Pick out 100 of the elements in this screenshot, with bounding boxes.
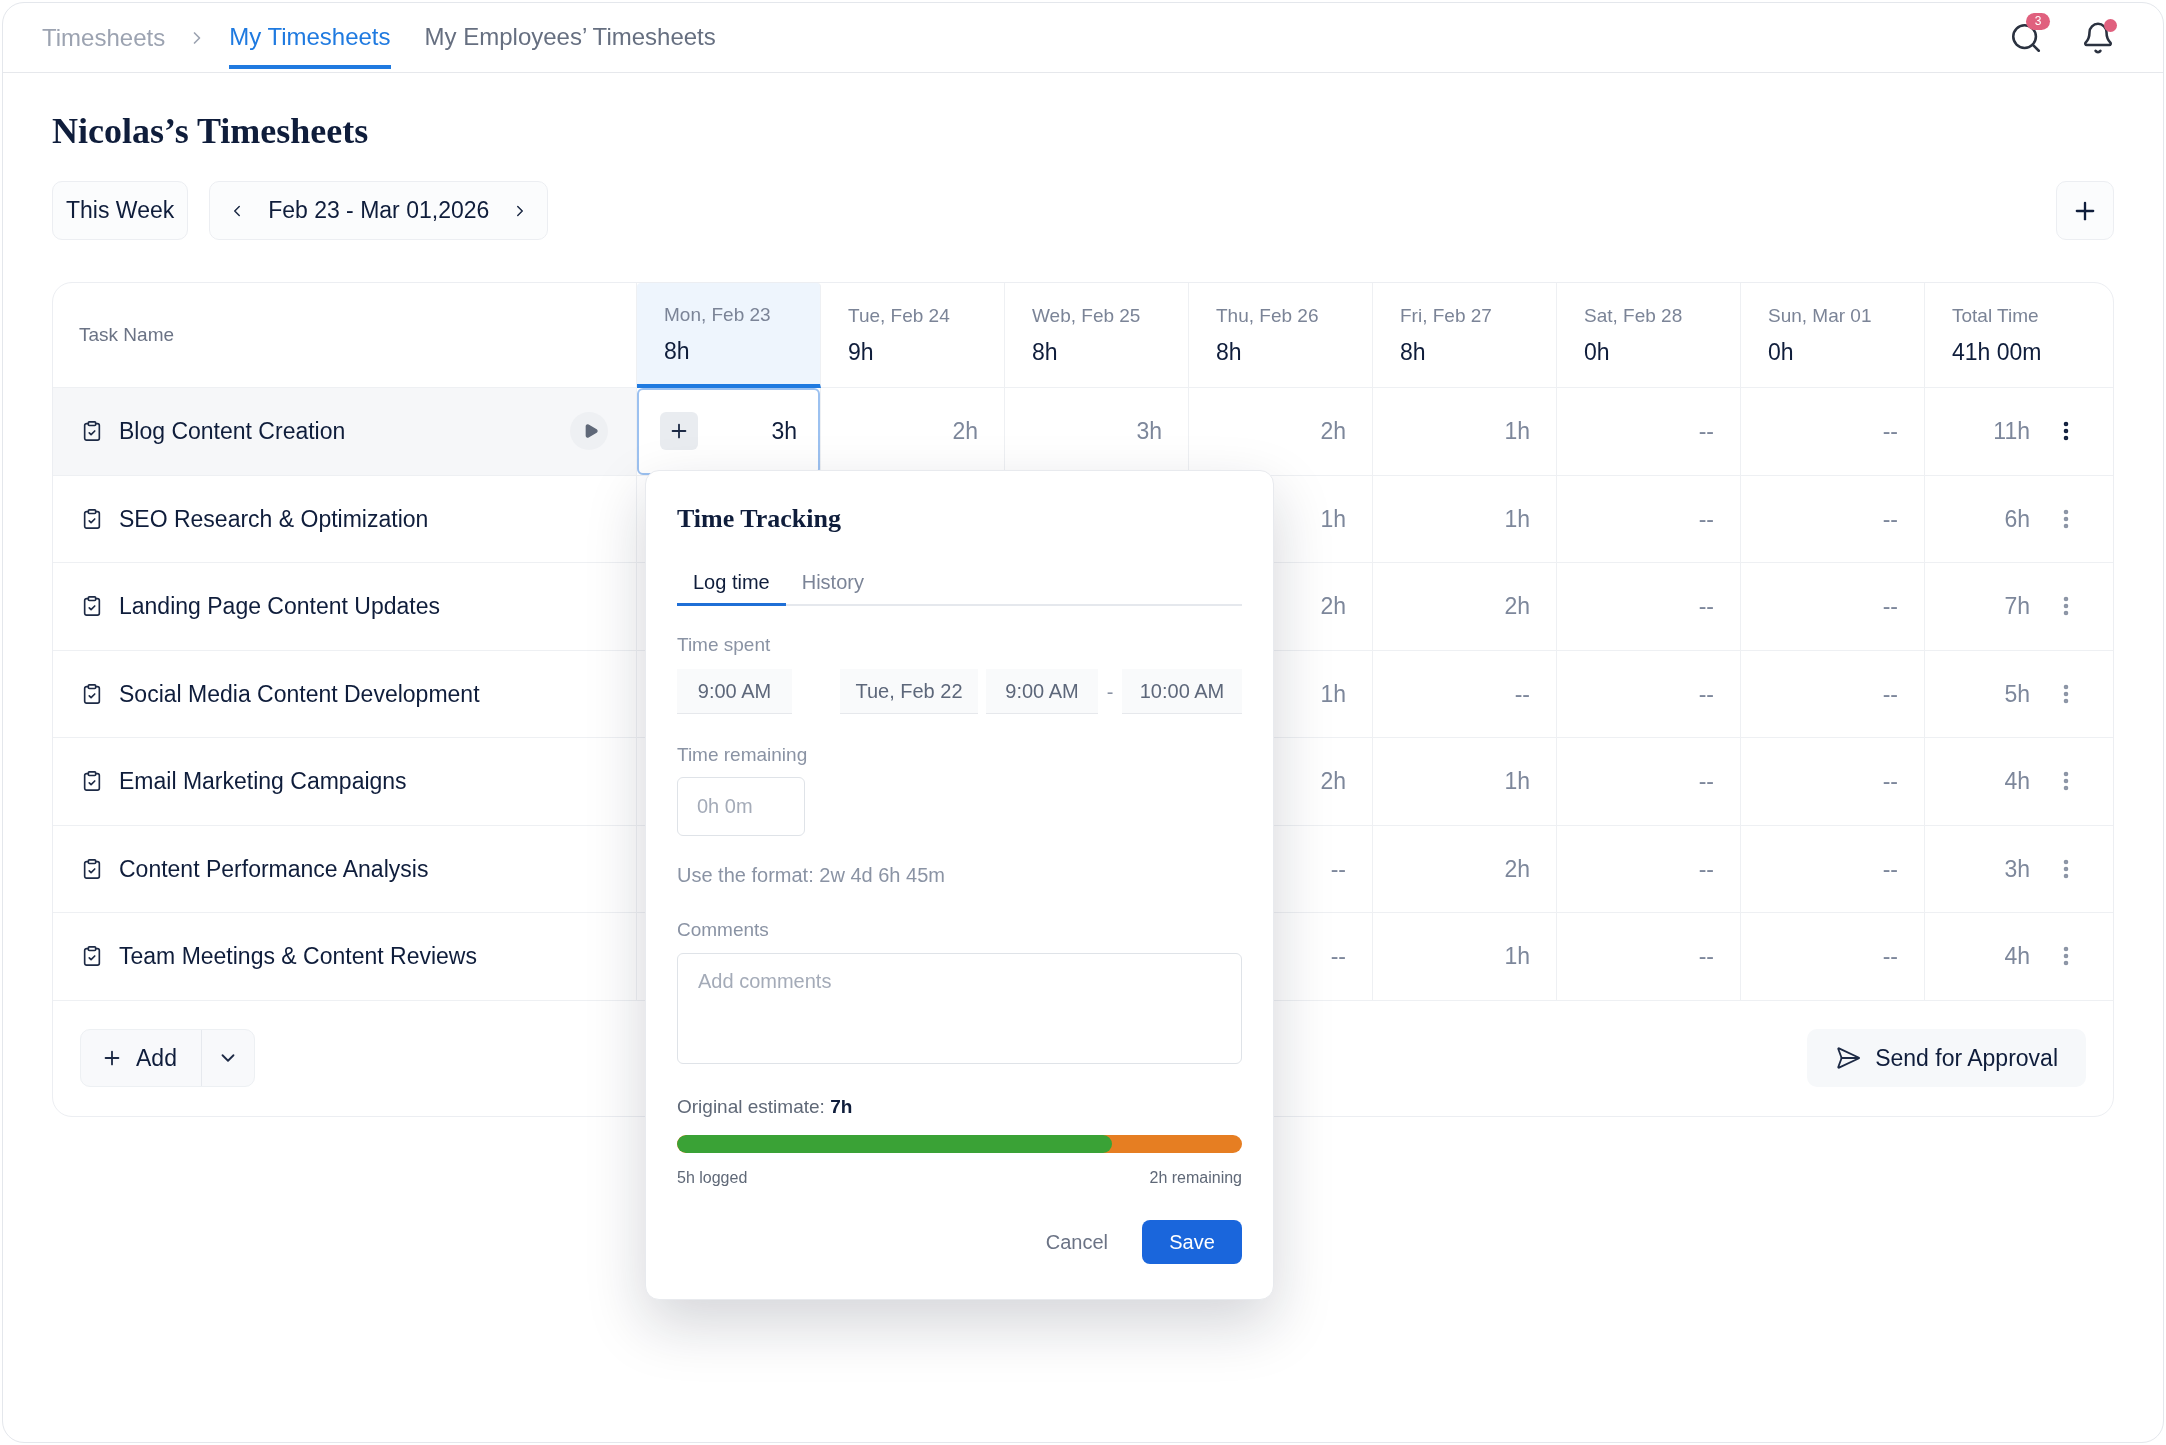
popover-tab[interactable]: Log time [677,560,786,606]
task-name: Email Marketing Campaigns [119,767,407,796]
task-name: Social Media Content Development [119,679,480,709]
page-title: Nicolas’s Timesheets [52,110,369,152]
table-cell[interactable]: 2h [1373,563,1557,651]
task-cell[interactable]: Email Marketing Campaigns [53,738,637,826]
table-cell[interactable]: -- [1373,650,1557,738]
to-time-field[interactable]: 10:00 AM [1122,669,1242,714]
table-cell[interactable]: 1h [1373,388,1557,476]
table-cell[interactable]: -- [1557,738,1741,826]
original-estimate: Original estimate: 7h [677,1096,853,1118]
format-hint: Use the format: 2w 4d 6h 45m [677,864,945,886]
table-cell[interactable]: -- [1741,563,1925,651]
table-cell[interactable]: 2h [1373,825,1557,913]
row-total: 7h [2004,592,2030,621]
task-name: Content Performance Analysis [119,854,429,884]
from-time-field[interactable]: 9:00 AM [986,669,1098,714]
send-for-approval-button[interactable]: Send for Approval [1807,1029,2086,1087]
field-label: Comments [677,919,769,941]
table-cell[interactable]: 1h [1373,475,1557,563]
row-total: 6h [2004,504,2030,534]
nav-tab[interactable]: My Timesheets [229,3,391,69]
total-value: 41h 00m [1952,339,2043,365]
clipboard-check-icon [81,681,103,706]
table-cell[interactable]: -- [1741,738,1925,826]
task-cell[interactable]: Blog Content Creation [53,388,637,476]
total-label: Total Time [1952,305,2040,327]
save-button[interactable]: Save [1142,1220,1242,1264]
table-cell[interactable]: -- [1741,475,1925,563]
comments-input[interactable]: Add comments [677,953,1242,1064]
day-total: 8h [1216,339,1243,365]
play-button[interactable] [570,412,608,451]
row-total: 5h [2004,679,2030,709]
day-label: Web, Feb 25 [1032,305,1142,327]
start-time-field[interactable]: 9:00 AM [677,669,792,714]
table-cell[interactable]: 1h [1373,913,1557,1001]
remaining-label: 2h remaining [1149,1169,1242,1187]
table-cell[interactable]: 1h [1373,738,1557,826]
time-value: 3h [771,417,797,446]
table-cell[interactable]: -- [1741,388,1925,476]
breadcrumb-link[interactable]: Timesheets [42,22,166,53]
task-cell[interactable]: Content Performance Analysis [53,825,637,913]
field-label: Time spent [677,634,771,656]
this-week-button[interactable]: This Week [52,181,189,240]
time-remaining-input[interactable]: 0h 0m [677,777,805,836]
logged-label: 5h logged [677,1169,748,1187]
table-cell[interactable]: -- [1557,475,1741,563]
task-cell[interactable]: SEO Research & Optimization [53,475,637,563]
nav-tab[interactable]: My Employees’ Timesheets [424,3,716,69]
task-cell[interactable]: Social Media Content Development [53,650,637,738]
add-split-button[interactable]: Add [80,1029,255,1087]
task-name: Landing Page Content Updates [119,592,440,621]
table-cell[interactable]: -- [1557,563,1741,651]
task-name: SEO Research & Optimization [119,504,429,534]
table-cell[interactable]: -- [1741,825,1925,913]
table-cell[interactable]: -- [1557,388,1741,476]
task-cell[interactable]: Team Meetings & Content Reviews [53,913,637,1001]
day-label: Sun, Mar 01 [1768,305,1873,327]
cancel-button[interactable]: Cancel [1045,1227,1108,1257]
day-label: Mon, Feb 23 [664,303,772,326]
add-time-button[interactable] [660,412,698,451]
task-name: Team Meetings & Content Reviews [119,942,477,971]
clipboard-check-icon [81,594,103,619]
day-total: 8h [1032,339,1059,365]
day-label: Sat, Feb 28 [1584,305,1684,327]
date-field[interactable]: Tue, Feb 22 [840,669,978,714]
date-range-label: Feb 23 - Mar 01,2026 [268,196,490,226]
task-cell[interactable]: Landing Page Content Updates [53,563,637,651]
day-label: Thu, Feb 26 [1216,305,1320,327]
day-total: 0h [1768,339,1795,365]
day-total: 8h [664,337,691,364]
day-total: 9h [848,339,875,365]
selected-time-cell[interactable]: 3h [637,388,820,475]
table-cell[interactable]: -- [1557,913,1741,1001]
table-cell[interactable]: -- [1557,825,1741,913]
row-total: 4h [2004,767,2030,796]
day-label: Tue, Feb 24 [848,305,951,327]
day-label: Fri, Feb 27 [1400,305,1493,327]
popover-tab[interactable]: History [785,560,880,606]
day-total: 8h [1400,339,1427,365]
clipboard-check-icon [81,856,103,881]
row-total: 3h [2004,854,2030,884]
add-button[interactable]: Add [81,1030,201,1086]
row-total: 4h [2004,942,2030,971]
count-badge: 3 [2026,12,2050,30]
clipboard-check-icon [81,769,103,794]
column-header: Task Name [79,322,175,347]
range-separator: - [1105,679,1115,705]
send-icon [1835,1045,1862,1071]
clipboard-check-icon [81,944,103,969]
day-total: 0h [1584,339,1611,365]
task-name: Blog Content Creation [119,417,346,446]
table-cell[interactable]: -- [1741,650,1925,738]
row-total: 11h [1993,417,2030,446]
clipboard-check-icon [81,506,103,531]
table-cell[interactable]: -- [1741,913,1925,1001]
bell-icon[interactable] [2081,20,2115,55]
table-cell[interactable]: -- [1557,650,1741,738]
clipboard-check-icon [81,419,103,444]
field-label: Time remaining [677,744,808,766]
